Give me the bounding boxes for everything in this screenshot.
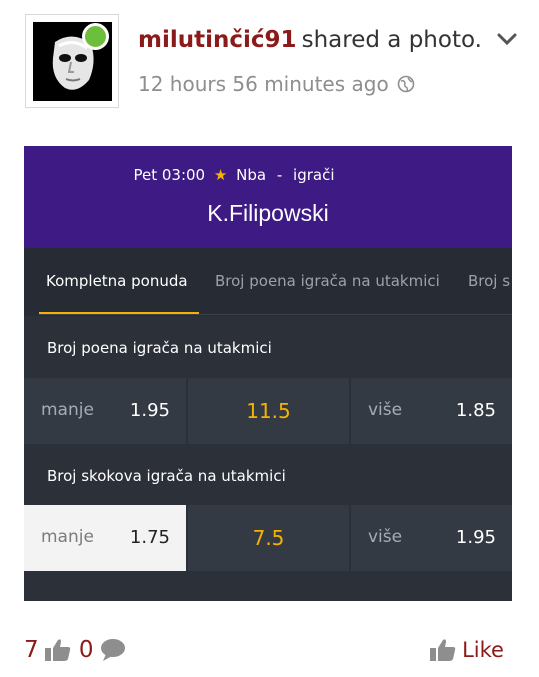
odds-row: manje 1.95 11.5 više 1.85 — [24, 378, 512, 444]
globe-icon — [397, 75, 415, 93]
odds-line: 11.5 — [188, 378, 349, 444]
odds-over-label: više — [368, 400, 403, 420]
tab-kompletna-ponuda[interactable]: Kompletna ponuda — [46, 272, 188, 290]
odds-over-button[interactable]: više 1.85 — [351, 378, 512, 444]
match-separator: - — [276, 166, 283, 184]
match-time: Pet 03:00 — [133, 166, 206, 184]
comments-count[interactable]: 0 — [79, 637, 94, 663]
post-reactions: 7 0 — [24, 637, 127, 667]
market-title: Broj skokova igrača na utakmici — [47, 467, 286, 485]
player-name: K.Filipowski — [207, 200, 329, 226]
tab-broj-poena[interactable]: Broj poena igrača na utakmici — [215, 272, 440, 290]
match-info: Pet 03:00 ★ Nba - igrači — [24, 166, 444, 184]
market-tabs: Kompletna ponuda Broj poena igrača na ut… — [24, 248, 512, 316]
match-category: igrači — [293, 166, 335, 184]
post-action-text: shared a photo. — [301, 27, 482, 53]
thumbs-up-icon — [44, 639, 70, 661]
match-header: Pet 03:00 ★ Nba - igrači K.Filipowski — [24, 146, 512, 248]
odds-row: manje 1.75 7.5 više 1.95 — [24, 505, 512, 571]
league-name: Nba — [236, 166, 267, 184]
odds-line-value: 11.5 — [246, 399, 291, 423]
likes-count[interactable]: 7 — [24, 637, 39, 663]
shared-photo[interactable]: Pet 03:00 ★ Nba - igrači K.Filipowski Ko… — [24, 146, 512, 601]
odds-under-value: 1.95 — [129, 400, 170, 421]
odds-over-label: više — [368, 527, 403, 547]
username-link[interactable]: milutinčić91 — [138, 27, 297, 53]
odds-line-value: 7.5 — [252, 526, 285, 550]
chevron-down-icon[interactable] — [496, 30, 518, 48]
like-label: Like — [462, 638, 504, 662]
tab-broj-skokova[interactable]: Broj s — [468, 272, 510, 290]
online-status-dot — [82, 23, 109, 50]
thumbs-up-icon — [430, 639, 456, 661]
tabs-divider — [39, 314, 512, 315]
odds-under-button[interactable]: manje 1.95 — [24, 378, 186, 444]
odds-under-label: manje — [41, 400, 94, 420]
market-title: Broj poena igrača na utakmici — [47, 339, 272, 357]
odds-over-button[interactable]: više 1.95 — [351, 505, 512, 571]
odds-under-label: manje — [41, 527, 94, 547]
star-icon: ★ — [213, 166, 228, 184]
odds-under-value: 1.75 — [129, 527, 170, 548]
odds-line: 7.5 — [188, 505, 349, 571]
odds-under-button-selected[interactable]: manje 1.75 — [24, 505, 186, 571]
odds-over-value: 1.95 — [455, 527, 496, 548]
odds-over-value: 1.85 — [455, 400, 496, 421]
comment-bubble-icon — [100, 639, 125, 661]
post-timestamp[interactable]: 12 hours 56 minutes ago — [138, 72, 389, 96]
like-button[interactable]: Like — [429, 637, 504, 663]
post-header: milutinčić91 shared a photo. — [138, 27, 482, 53]
